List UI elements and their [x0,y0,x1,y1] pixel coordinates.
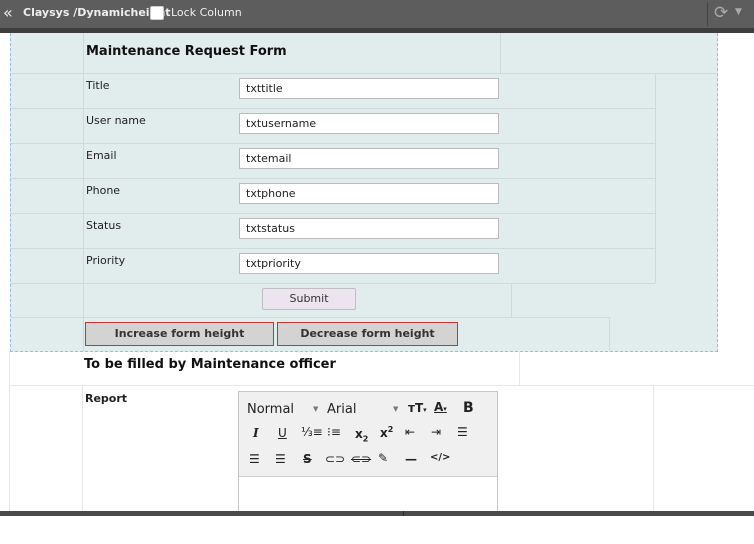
username-label: User name [86,114,146,127]
grid-line [11,178,655,179]
bottom-divider [403,511,404,516]
italic-icon[interactable]: I [253,426,259,440]
font-size-icon[interactable]: тT▾ [408,401,427,415]
report-editor[interactable]: Normal ▼ Arial ▼ тT▾ A▾ B I U ⅓≡ ⁝≡ x2 x… [238,391,498,516]
priority-label: Priority [86,254,126,267]
toolbar-divider [707,2,708,26]
grid-line [519,351,520,385]
editor-content-area[interactable] [239,477,497,515]
grid-line [11,283,655,284]
format-select[interactable]: Normal ▼ [247,402,325,417]
phone-label: Phone [86,184,121,197]
grid-line [655,73,656,283]
subscript-icon[interactable]: x2 [355,427,368,443]
phone-field[interactable]: txtphone [239,183,499,204]
grid-line [11,213,655,214]
grid-line [9,385,754,386]
decrease-form-height-button[interactable]: Decrease form height [277,322,458,346]
outdent-icon[interactable]: ⇤ [405,425,415,439]
grid-line [82,385,83,511]
grid-line [653,385,654,511]
source-code-icon[interactable]: </> [430,452,450,463]
font-select[interactable]: Arial ▼ [327,402,403,417]
text-color-icon[interactable]: A▾ [434,400,447,414]
grid-line [11,143,655,144]
editor-toolbar: Normal ▼ Arial ▼ тT▾ A▾ B I U ⅓≡ ⁝≡ x2 x… [239,392,497,477]
ordered-list-icon[interactable]: ⅓≡ [301,425,323,439]
double-chevron-left-icon[interactable]: « [3,3,13,22]
chevron-down-icon[interactable]: ▼ [735,7,742,17]
status-label: Status [86,219,122,232]
grid-line [11,73,717,74]
priority-field[interactable]: txtpriority [239,253,499,274]
align-center-icon[interactable]: ☰ [249,452,260,466]
superscript-icon[interactable]: x2 [380,425,393,440]
underline-icon[interactable]: U [278,426,287,440]
unlink-icon[interactable]: ⊂⊃ [351,452,371,466]
submit-button[interactable]: Submit [262,288,356,310]
clear-format-icon[interactable]: ✎ [378,451,388,465]
grid-line [609,317,610,351]
grid-line [500,33,501,73]
grid-line [11,108,655,109]
bottom-bar [0,511,754,516]
officer-section-title: To be filled by Maintenance officer [84,357,336,372]
top-bar: « Claysys /Dynamicheight Lock Column ⟳ ▼ [0,0,754,28]
refresh-icon[interactable]: ⟳ [714,3,728,23]
report-label: Report [85,392,128,405]
grid-line [511,283,512,317]
align-left-icon[interactable]: ☰ [457,425,468,439]
font-select-value: Arial [327,402,357,417]
title-label: Title [86,79,110,92]
format-select-value: Normal [247,402,295,417]
status-field[interactable]: txtstatus [239,218,499,239]
link-icon[interactable]: ⊂⊃ [325,452,345,466]
bold-icon[interactable]: B [463,400,474,416]
lock-column-label: Lock Column [171,6,242,19]
email-label: Email [86,149,117,162]
title-field[interactable]: txttitle [239,78,499,99]
email-field[interactable]: txtemail [239,148,499,169]
form-title: Maintenance Request Form [86,44,287,59]
increase-form-height-button[interactable]: Increase form height [85,322,274,346]
lock-column-checkbox[interactable] [150,6,164,20]
indent-icon[interactable]: ⇥ [431,425,441,439]
chevron-down-icon: ▼ [313,405,319,413]
username-field[interactable]: txtusername [239,113,499,134]
maintenance-request-form: Maintenance Request Form Title txttitle … [10,33,718,352]
grid-line [11,317,609,318]
grid-line [83,33,84,351]
unordered-list-icon[interactable]: ⁝≡ [327,425,341,439]
grid-line [9,351,10,511]
align-right-icon[interactable]: ☰ [275,452,286,466]
chevron-down-icon: ▼ [393,405,399,413]
horizontal-rule-icon[interactable]: — [405,452,417,466]
grid-line [11,248,655,249]
strikethrough-icon[interactable]: S [303,452,312,466]
app-title: Claysys /Dynamicheight [23,6,171,19]
